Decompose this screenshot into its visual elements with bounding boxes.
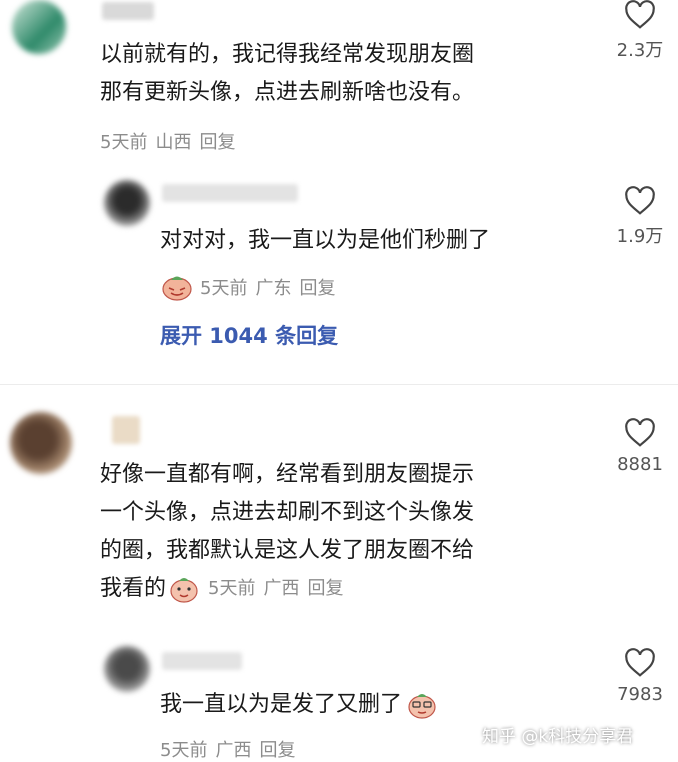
comment-location: 山西 (155, 132, 192, 153)
username[interactable] (162, 184, 298, 202)
avatar[interactable] (104, 180, 150, 226)
comment-last-line: 我看的 5天前 广西 回复 (100, 570, 580, 608)
emoji-sticker-icon (408, 694, 436, 719)
comment-text: 以前就有的，我记得我经常发现朋友圈 那有更新头像，点进去刷新啥也没有。 (100, 36, 580, 112)
reply-button[interactable]: 回复 (199, 128, 235, 154)
emoji-sticker-icon (170, 578, 198, 603)
like-count: 2.3万 (616, 40, 664, 61)
reply-button[interactable]: 回复 (307, 570, 343, 608)
emoji-sticker-icon (162, 276, 192, 301)
comment-location: 广西 (215, 740, 252, 761)
comment-meta: 5天前 广东 回复 (160, 272, 343, 302)
expand-replies-link[interactable]: 展开 1044 条回复 (160, 320, 338, 350)
heart-outline-icon (625, 648, 655, 677)
comment-line: 的圈，我都默认是这人发了朋友圈不给 (100, 538, 475, 563)
comment-text: 对对对，我一直以为是他们秒删了 (160, 222, 590, 260)
comment-time: 5天前 (160, 740, 208, 761)
like-button[interactable]: 2.3万 (600, 0, 678, 62)
comment-meta: 5天前 广西 回复 (208, 570, 351, 608)
avatar[interactable] (104, 646, 150, 692)
comment-line: 那有更新头像，点进去刷新啥也没有。 (100, 80, 475, 105)
username[interactable] (102, 2, 154, 20)
comment-line: 好像一直都有啊，经常看到朋友圈提示 (100, 462, 475, 487)
comment-text: 好像一直都有啊，经常看到朋友圈提示 一个头像，点进去却刷不到这个头像发 的圈，我… (100, 456, 580, 608)
comment-time: 5天前 (208, 578, 256, 599)
reply-button[interactable]: 回复 (299, 274, 335, 300)
comment-line: 对对对，我一直以为是他们秒删了 (160, 228, 491, 253)
comment-line: 一个头像，点进去却刷不到这个头像发 (100, 500, 475, 525)
username[interactable] (112, 416, 140, 444)
heart-outline-icon (625, 0, 655, 29)
like-button[interactable]: 1.9万 (600, 186, 678, 248)
divider (0, 384, 678, 385)
comment-line: 以前就有的，我记得我经常发现朋友圈 (100, 42, 475, 67)
comment-line: 我看的 (100, 576, 167, 601)
heart-outline-icon (625, 186, 655, 215)
avatar[interactable] (12, 0, 66, 54)
comment-time: 5天前 (100, 132, 148, 153)
comment-line: 我一直以为是发了又删了 (160, 692, 403, 717)
comment-meta: 5天前 广西 回复 (160, 736, 303, 762)
like-count: 1.9万 (616, 226, 664, 247)
like-count: 8881 (617, 454, 663, 475)
like-button[interactable]: 7983 (600, 648, 678, 705)
watermark: 知乎 @k科技分享君 (482, 727, 634, 747)
like-button[interactable]: 8881 (600, 418, 678, 475)
comment-location: 广东 (255, 278, 292, 299)
comment-text: 我一直以为是发了又删了 (160, 686, 590, 724)
comment-location: 广西 (263, 578, 300, 599)
heart-outline-icon (625, 418, 655, 447)
avatar[interactable] (10, 412, 72, 474)
reply-button[interactable]: 回复 (259, 736, 295, 762)
comment-time: 5天前 (200, 278, 248, 299)
username[interactable] (162, 652, 242, 670)
comment-meta: 5天前 山西 回复 (100, 128, 243, 154)
like-count: 7983 (617, 684, 663, 705)
